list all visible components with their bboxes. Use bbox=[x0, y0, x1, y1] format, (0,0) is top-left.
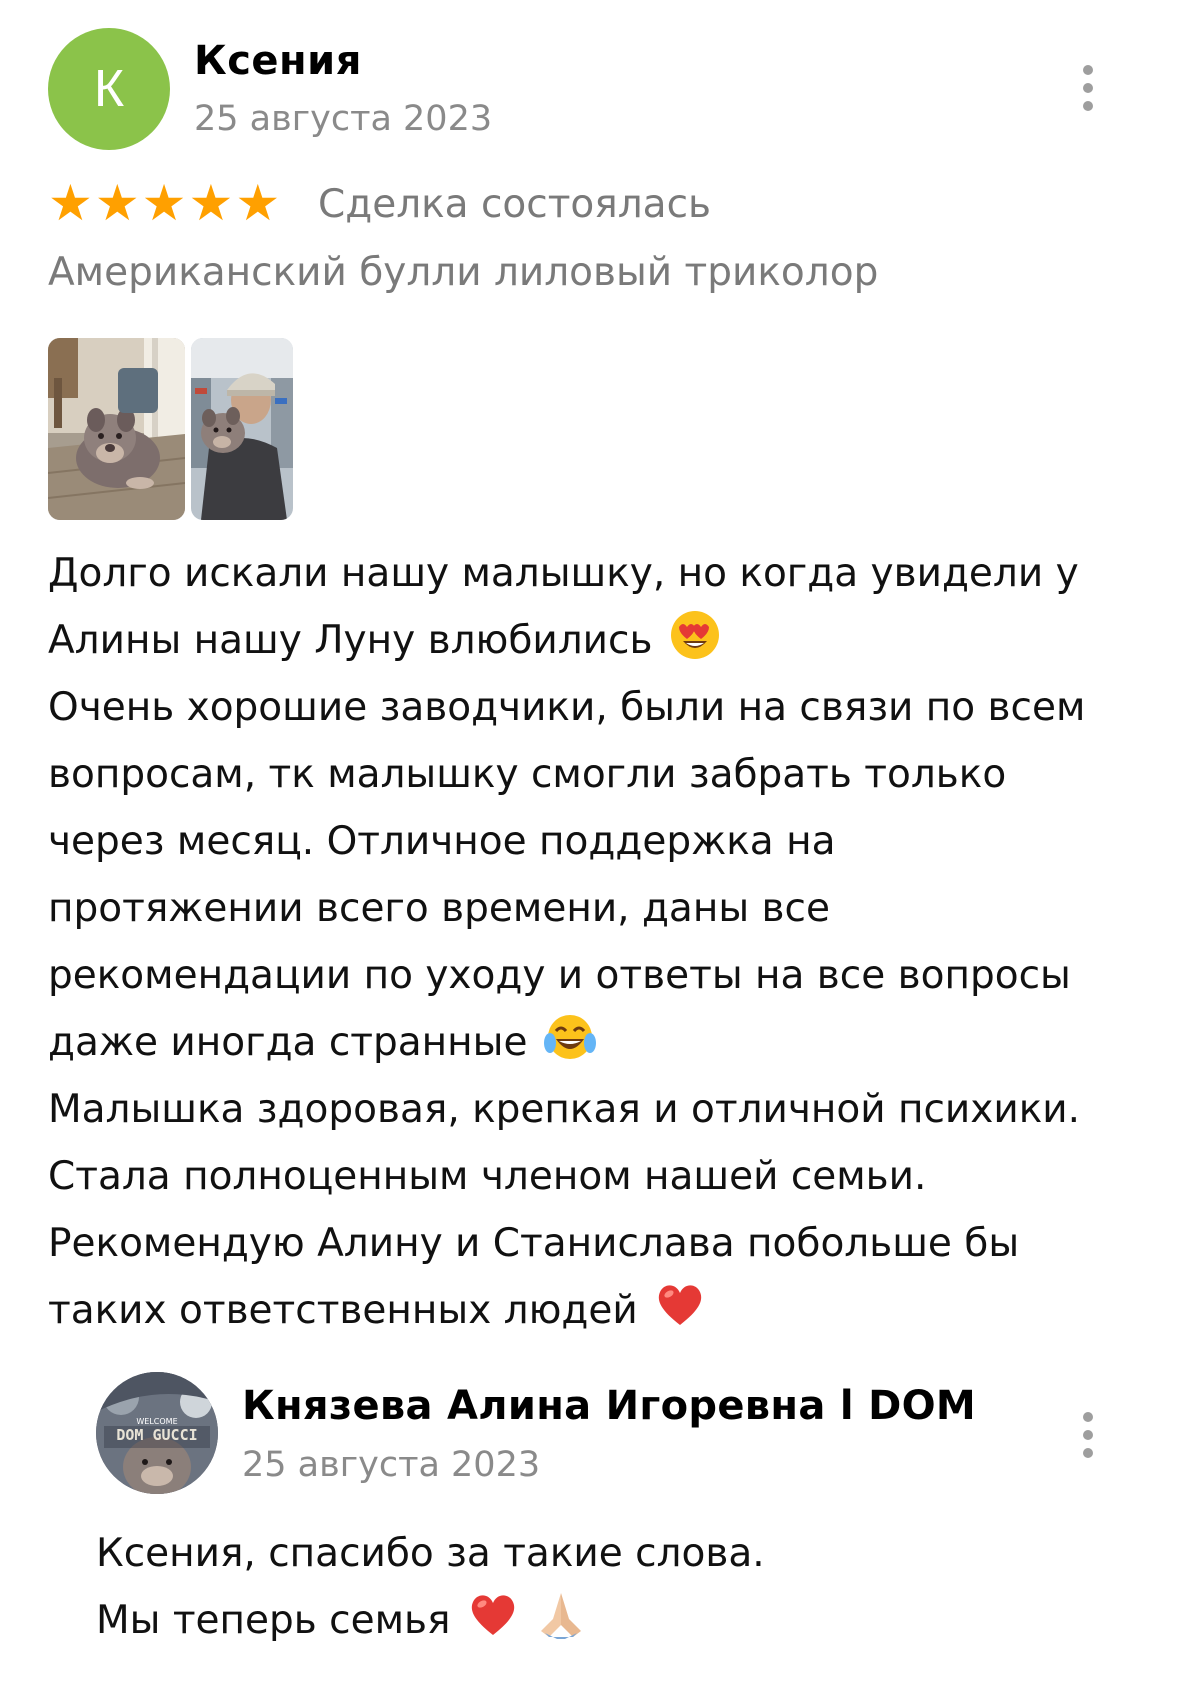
review-text: Долго искали нашу малышку, но когда увид… bbox=[48, 540, 1158, 1344]
dom-gucci-logo-icon: WELCOME DOM GUCCI bbox=[96, 1372, 218, 1494]
avatar-initial: К bbox=[93, 60, 125, 118]
red-heart-emoji-icon bbox=[658, 1285, 702, 1325]
star-icon: ★ bbox=[235, 174, 281, 232]
review-text-line: даже иногда странные bbox=[48, 1009, 1158, 1076]
review-text-line: Очень хорошие заводчики, были на связи п… bbox=[48, 685, 1086, 730]
star-icon: ★ bbox=[188, 174, 234, 232]
author-avatar[interactable]: К bbox=[48, 28, 170, 150]
reply-text: Ксения, спасибо за такие слова. Мы тепер… bbox=[96, 1520, 1156, 1654]
review-text-segment: таких ответственных людей bbox=[48, 1288, 638, 1333]
star-icon: ★ bbox=[141, 174, 187, 232]
folded-hands-emoji-icon bbox=[541, 1593, 582, 1639]
reply-date: 25 августа 2023 bbox=[242, 1445, 541, 1485]
avatar-welcome-text: WELCOME bbox=[136, 1417, 177, 1426]
author-name[interactable]: Ксения bbox=[194, 38, 362, 84]
tears-of-joy-emoji-icon bbox=[543, 1015, 596, 1059]
reply-author-avatar[interactable]: WELCOME DOM GUCCI bbox=[96, 1372, 218, 1494]
review-text-line: Малышка здоровая, крепкая и отличной пси… bbox=[48, 1087, 1080, 1132]
review-text-line: вопросам, тк малышку смогли забрать толь… bbox=[48, 752, 1007, 797]
item-title[interactable]: Американский булли лиловый триколор bbox=[48, 250, 878, 295]
star-icon: ★ bbox=[94, 174, 140, 232]
review-text-line: рекомендации по уходу и ответы на все во… bbox=[48, 953, 1071, 998]
review-photo-dog[interactable] bbox=[48, 338, 185, 520]
review-text-segment: Алины нашу Луну влюбились bbox=[48, 618, 653, 663]
review-text-segment: даже иногда странные bbox=[48, 1020, 528, 1065]
more-options-icon[interactable] bbox=[1068, 58, 1108, 118]
deal-status: Сделка состоялась bbox=[318, 182, 712, 227]
review-photo-man-with-dog[interactable] bbox=[191, 338, 293, 520]
review-date: 25 августа 2023 bbox=[194, 99, 493, 139]
star-icon: ★ bbox=[48, 174, 93, 232]
reply-text-line: Мы теперь семья bbox=[96, 1587, 1156, 1654]
review-text-line: Стала полноценным членом нашей семьи. bbox=[48, 1154, 927, 1199]
reply-author-name[interactable]: Князева Алина Игоревна l DOM bbox=[242, 1383, 976, 1429]
reply-text-line: Ксения, спасибо за такие слова. bbox=[96, 1531, 765, 1576]
rating-stars: ★ ★ ★ ★ ★ bbox=[48, 178, 280, 228]
dog-photo-icon bbox=[48, 338, 185, 520]
review-text-line: таких ответственных людей bbox=[48, 1277, 1158, 1344]
reply-text-segment: Мы теперь семья bbox=[96, 1598, 451, 1643]
avatar-logo-text: DOM GUCCI bbox=[116, 1426, 197, 1444]
heart-eyes-emoji-icon bbox=[670, 611, 719, 659]
review-text-line: протяжении всего времени, даны все bbox=[48, 886, 830, 931]
review-text-line: Долго искали нашу малышку, но когда увид… bbox=[48, 551, 1079, 596]
man-with-dog-photo-icon bbox=[191, 338, 293, 520]
red-heart-emoji-icon bbox=[471, 1595, 515, 1635]
reply-more-options-icon[interactable] bbox=[1068, 1405, 1108, 1465]
review-text-line: через месяц. Отличное поддержка на bbox=[48, 819, 836, 864]
review-text-line: Алины нашу Луну влюбились bbox=[48, 607, 1158, 674]
review-text-line: Рекомендую Алину и Станислава побольше б… bbox=[48, 1221, 1020, 1266]
